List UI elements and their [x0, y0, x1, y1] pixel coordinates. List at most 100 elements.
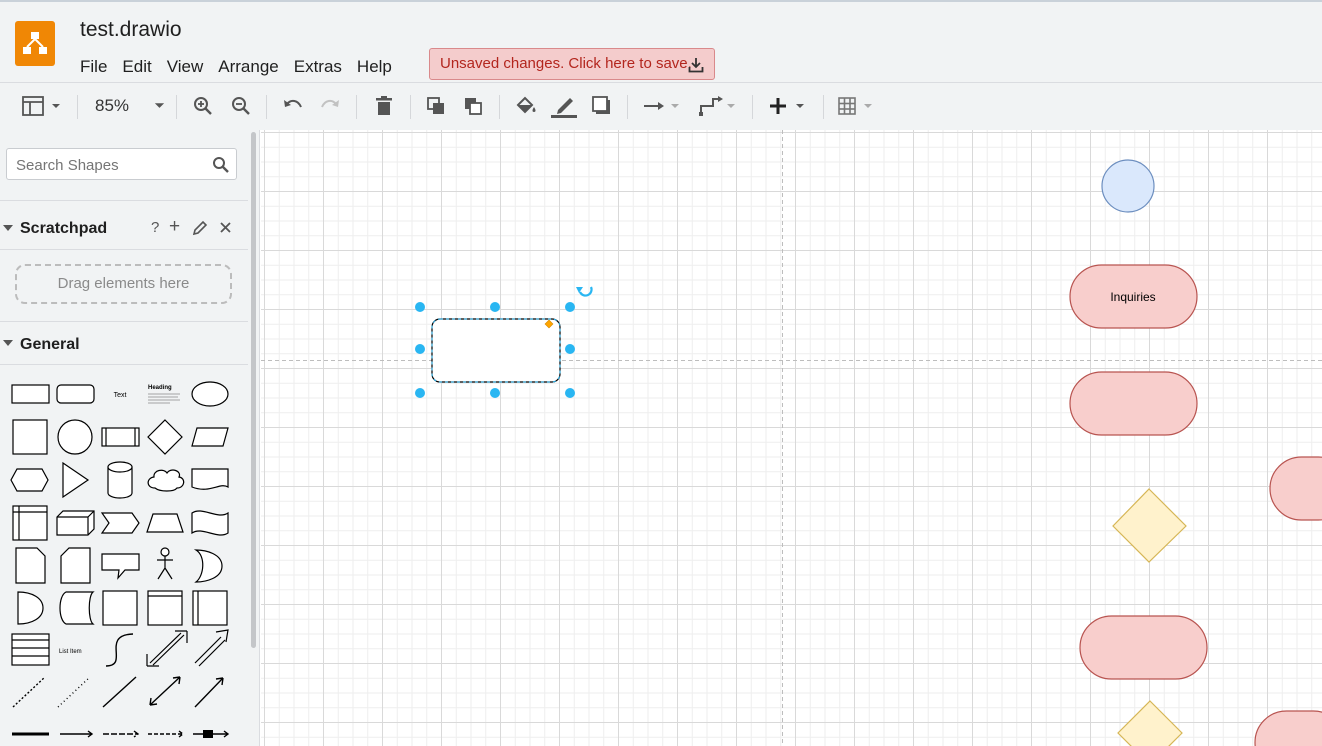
decision-diamond-node[interactable] — [1112, 488, 1187, 563]
shape-curve[interactable] — [105, 633, 134, 667]
shape-dotted-line[interactable] — [57, 676, 91, 708]
fill-color-button[interactable] — [513, 93, 539, 119]
resize-handle-s[interactable] — [490, 388, 500, 398]
resize-handle-n[interactable] — [490, 302, 500, 312]
drawio-logo[interactable] — [15, 21, 55, 66]
line-color-button[interactable] — [550, 93, 578, 119]
menu-extras[interactable]: Extras — [294, 55, 342, 79]
shape-square[interactable] — [12, 419, 48, 455]
shape-connector-label-3[interactable] — [148, 730, 185, 738]
format-panel-button[interactable] — [20, 93, 64, 119]
scratchpad-title[interactable]: Scratchpad — [20, 220, 107, 238]
shape-rounded-rectangle[interactable] — [56, 384, 95, 404]
table-button[interactable] — [836, 93, 880, 119]
rounded-process-node[interactable] — [1069, 371, 1198, 436]
unsaved-changes-button[interactable]: Unsaved changes. Click here to save. — [429, 48, 715, 80]
diagram-canvas[interactable]: Inquiries — [261, 130, 1322, 746]
shape-diamond[interactable] — [147, 419, 183, 455]
to-back-button[interactable] — [461, 93, 485, 119]
search-input[interactable] — [14, 154, 208, 176]
menu-arrange[interactable]: Arrange — [218, 55, 278, 79]
shadow-button[interactable] — [590, 93, 614, 119]
decision-diamond-node-2[interactable] — [1117, 700, 1183, 746]
shape-square-2[interactable] — [102, 590, 138, 626]
selected-rounded-rectangle[interactable] — [431, 318, 561, 383]
toolbar: 85% — [0, 82, 1322, 130]
shape-actor[interactable] — [157, 547, 173, 580]
shape-triangle[interactable] — [62, 461, 90, 499]
shape-or[interactable] — [193, 549, 223, 583]
blue-circle-node[interactable] — [1101, 159, 1155, 213]
scratchpad-dropzone[interactable]: Drag elements here — [15, 264, 232, 304]
resize-handle-nw[interactable] — [415, 302, 425, 312]
shape-list-2[interactable] — [11, 633, 50, 666]
shape-and[interactable] — [17, 591, 44, 625]
scratchpad-help-button[interactable]: ? — [151, 219, 159, 236]
resize-handle-sw[interactable] — [415, 388, 425, 398]
file-title[interactable]: test.drawio — [80, 18, 182, 42]
rounded-process-node-3[interactable] — [1254, 710, 1322, 746]
menu-view[interactable]: View — [167, 55, 204, 79]
shape-cloud[interactable] — [147, 469, 185, 492]
connection-style-button[interactable] — [641, 93, 685, 119]
close-icon[interactable] — [219, 221, 232, 234]
search-icon[interactable] — [212, 156, 230, 174]
shape-heading[interactable]: Heading — [148, 385, 172, 391]
undo-button[interactable] — [280, 93, 306, 119]
shape-directional-connector[interactable] — [194, 677, 224, 708]
shape-trapezoid[interactable] — [146, 513, 184, 533]
edit-pencil-icon[interactable] — [192, 220, 208, 236]
collapse-triangle-icon[interactable] — [3, 340, 13, 346]
shape-cube[interactable] — [56, 510, 95, 536]
resize-handle-w[interactable] — [415, 344, 425, 354]
general-title[interactable]: General — [20, 336, 80, 354]
shape-document[interactable] — [191, 468, 229, 490]
menu-file[interactable]: File — [80, 55, 107, 79]
zoom-select[interactable]: 85% — [90, 93, 166, 119]
shape-process[interactable] — [101, 427, 140, 447]
shape-bidirectional-arrow[interactable] — [146, 630, 188, 667]
shape-connector-label-2[interactable] — [103, 730, 140, 738]
rounded-process-node-partial[interactable] — [1269, 456, 1322, 521]
shape-circle[interactable] — [57, 419, 93, 455]
zoom-out-button[interactable] — [229, 93, 253, 119]
shape-line[interactable] — [102, 676, 137, 708]
shape-cylinder[interactable] — [107, 461, 133, 499]
shape-step[interactable] — [100, 512, 140, 534]
divider — [0, 249, 248, 250]
shape-rectangle[interactable] — [11, 384, 50, 404]
shape-container[interactable] — [147, 590, 183, 626]
shape-callout[interactable] — [101, 553, 140, 580]
shape-tape[interactable] — [191, 510, 229, 536]
shape-dashed-line[interactable] — [12, 676, 46, 708]
sidebar-scrollbar[interactable] — [251, 132, 256, 648]
to-front-button[interactable] — [424, 93, 448, 119]
shape-connector-label[interactable] — [60, 730, 94, 738]
delete-button[interactable] — [373, 93, 395, 119]
shape-bidirectional-connector[interactable] — [149, 676, 181, 706]
shape-note[interactable] — [15, 547, 46, 584]
rotate-handle-icon[interactable] — [576, 286, 593, 297]
shape-arrow[interactable] — [194, 629, 229, 667]
shape-list-item[interactable]: List Item — [59, 649, 82, 655]
insert-button[interactable] — [766, 93, 810, 119]
shape-hexagon[interactable] — [10, 468, 49, 492]
menu-edit[interactable]: Edit — [122, 55, 151, 79]
redo-button[interactable] — [317, 93, 343, 119]
shape-data-storage[interactable] — [59, 591, 95, 625]
resize-handle-se[interactable] — [565, 388, 575, 398]
rounded-process-node-2[interactable] — [1079, 615, 1208, 680]
resize-handle-e[interactable] — [565, 344, 575, 354]
shape-text[interactable]: Text — [114, 392, 127, 399]
shape-card[interactable] — [60, 547, 91, 584]
shape-parallelogram[interactable] — [191, 427, 229, 447]
zoom-in-button[interactable] — [191, 93, 215, 119]
resize-handle-ne[interactable] — [565, 302, 575, 312]
shape-internal-storage[interactable] — [12, 505, 48, 541]
shape-ellipse[interactable] — [191, 381, 229, 407]
collapse-triangle-icon[interactable] — [3, 225, 13, 231]
menu-help[interactable]: Help — [357, 55, 392, 79]
waypoints-button[interactable] — [697, 93, 741, 119]
shape-list[interactable] — [192, 590, 228, 626]
scratchpad-add-button[interactable]: + — [169, 216, 180, 238]
